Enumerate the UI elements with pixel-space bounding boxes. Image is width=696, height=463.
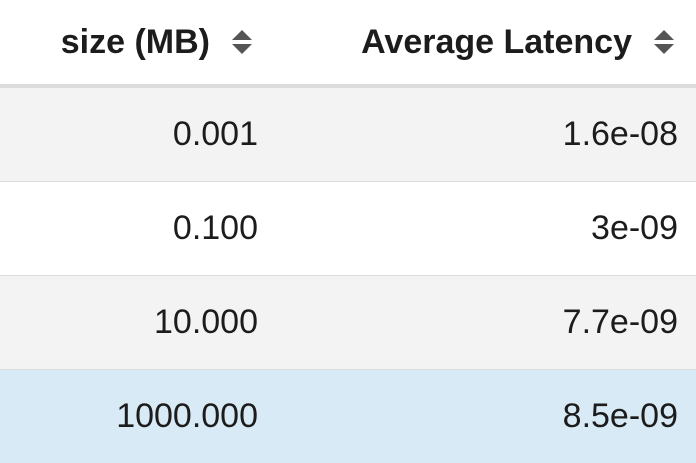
table-body: 0.001 1.6e-08 0.100 3e-09 10.000 7.7e-09… [0, 88, 696, 463]
size-cell: 0.001 [172, 115, 258, 153]
column-header-label: Average Latency [361, 22, 632, 61]
data-table: size (MB) Average Latency 0.001 1.6e-08 [0, 0, 696, 463]
size-cell: 0.100 [172, 209, 258, 247]
column-header-size[interactable]: size (MB) [0, 0, 254, 84]
table-row[interactable]: 0.001 1.6e-08 [0, 88, 696, 182]
size-cell: 1000.000 [116, 397, 258, 435]
table-row[interactable]: 10.000 7.7e-09 [0, 276, 696, 370]
column-header-label: size (MB) [60, 22, 210, 61]
column-header-average-latency[interactable]: Average Latency [260, 0, 676, 84]
table-row[interactable]: 0.100 3e-09 [0, 182, 696, 276]
latency-cell: 7.7e-09 [562, 303, 678, 341]
size-cell: 10.000 [154, 303, 258, 341]
table-row-selected[interactable]: 1000.000 8.5e-09 [0, 370, 696, 463]
latency-cell: 8.5e-09 [562, 397, 678, 435]
table-header: size (MB) Average Latency [0, 0, 696, 88]
sort-both-icon[interactable] [652, 27, 676, 57]
latency-cell: 1.6e-08 [562, 115, 678, 153]
latency-cell: 3e-09 [591, 209, 678, 247]
sort-both-icon[interactable] [230, 27, 254, 57]
